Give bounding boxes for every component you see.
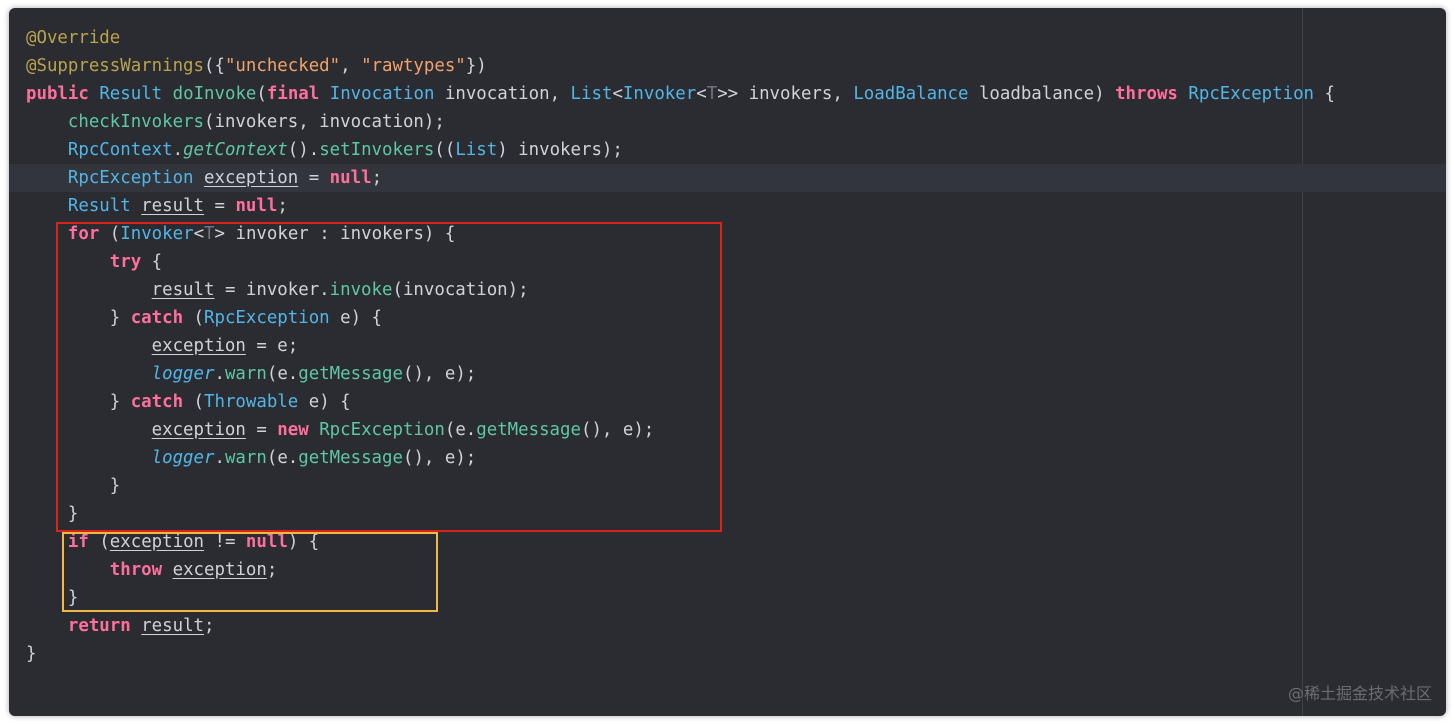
token-tvar: T — [706, 84, 718, 104]
token-ul: exception — [204, 168, 299, 188]
code-line-text: return result; — [26, 612, 215, 640]
token-kw: null — [235, 196, 278, 216]
code-line[interactable]: public Result doInvoke(final Invocation … — [9, 80, 1446, 108]
watermark: @稀土掘金技术社区 — [1287, 684, 1432, 703]
token-method: checkInvokers — [67, 112, 205, 132]
code-line[interactable]: Result result = null; — [9, 192, 1446, 220]
code-line-text: @Override — [26, 24, 120, 52]
code-line-text: RpcContext.getContext().setInvokers((Lis… — [26, 136, 623, 164]
token-plain: loadbalance) — [968, 84, 1116, 104]
token-type: RpcException — [67, 168, 194, 188]
token-plain: ; — [371, 168, 383, 188]
token-type: LoadBalance — [853, 84, 969, 104]
token-plain: ({ — [204, 56, 225, 76]
code-line[interactable]: @Override — [9, 24, 1446, 52]
token-kw: return — [67, 616, 131, 636]
token-ann: @Override — [26, 28, 121, 48]
token-ital: getContext — [183, 140, 288, 160]
code-line-current[interactable]: RpcException exception = null; — [9, 164, 1446, 192]
token-plain: . — [172, 140, 184, 160]
token-kw: throws — [1115, 84, 1178, 104]
token-plain: ; — [277, 196, 288, 216]
code-line[interactable]: } — [9, 640, 1446, 668]
for-loop-highlight-box — [56, 222, 722, 532]
code-line[interactable]: RpcContext.getContext().setInvokers((Lis… — [9, 136, 1446, 164]
token-plain: = — [298, 168, 330, 188]
token-kw: final — [266, 84, 320, 104]
token-type: List — [570, 84, 613, 104]
token-plain: (( — [434, 140, 456, 160]
token-type: Result — [67, 196, 131, 216]
token-plain: < — [612, 84, 623, 104]
token-kw: public — [26, 84, 89, 104]
code-line[interactable]: return result; — [9, 612, 1446, 640]
token-ul: result — [141, 616, 205, 636]
token-plain: < — [696, 84, 707, 104]
code-line[interactable]: @SuppressWarnings({"unchecked", "rawtype… — [9, 52, 1446, 80]
token-plain: (). — [287, 140, 320, 160]
token-plain: >> invokers, — [717, 84, 854, 104]
token-ann: @SuppressWarnings — [26, 56, 204, 76]
token-kw: null — [329, 168, 372, 188]
if-throw-highlight-box — [62, 532, 438, 612]
token-type: RpcContext — [67, 140, 173, 160]
token-str: "unchecked" — [224, 56, 341, 76]
token-type: Result — [99, 84, 163, 104]
code-line-text: @SuppressWarnings({"unchecked", "rawtype… — [26, 52, 487, 80]
token-type: List — [455, 140, 498, 160]
token-plain: ) invokers); — [497, 140, 623, 160]
token-plain: (invokers, invocation); — [204, 112, 445, 132]
token-plain: , — [340, 56, 362, 76]
token-plain: } — [26, 644, 37, 664]
token-method: setInvokers — [319, 140, 435, 160]
code-line[interactable]: checkInvokers(invokers, invocation); — [9, 108, 1446, 136]
token-type: Invoker — [622, 84, 697, 104]
token-type: Invocation — [329, 84, 435, 104]
code-editor-window: @Override @SuppressWarnings({"unchecked",… — [9, 8, 1446, 716]
token-plain: }) — [465, 56, 487, 76]
token-type: RpcException — [1188, 84, 1315, 104]
code-line-text: RpcException exception = null; — [26, 164, 382, 192]
token-method: doInvoke — [172, 84, 257, 104]
token-ul: result — [141, 196, 205, 216]
token-plain: invocation, — [434, 84, 571, 104]
token-str: "rawtypes" — [361, 56, 466, 76]
token-plain: ( — [256, 84, 267, 104]
code-line-text: checkInvokers(invokers, invocation); — [26, 108, 445, 136]
code-line-text: public Result doInvoke(final Invocation … — [26, 80, 1335, 108]
token-plain: = — [204, 196, 236, 216]
code-line-text: } — [26, 640, 36, 668]
token-plain: ; — [204, 616, 215, 636]
token-plain: { — [1314, 84, 1335, 104]
code-line-text: Result result = null; — [26, 192, 288, 220]
